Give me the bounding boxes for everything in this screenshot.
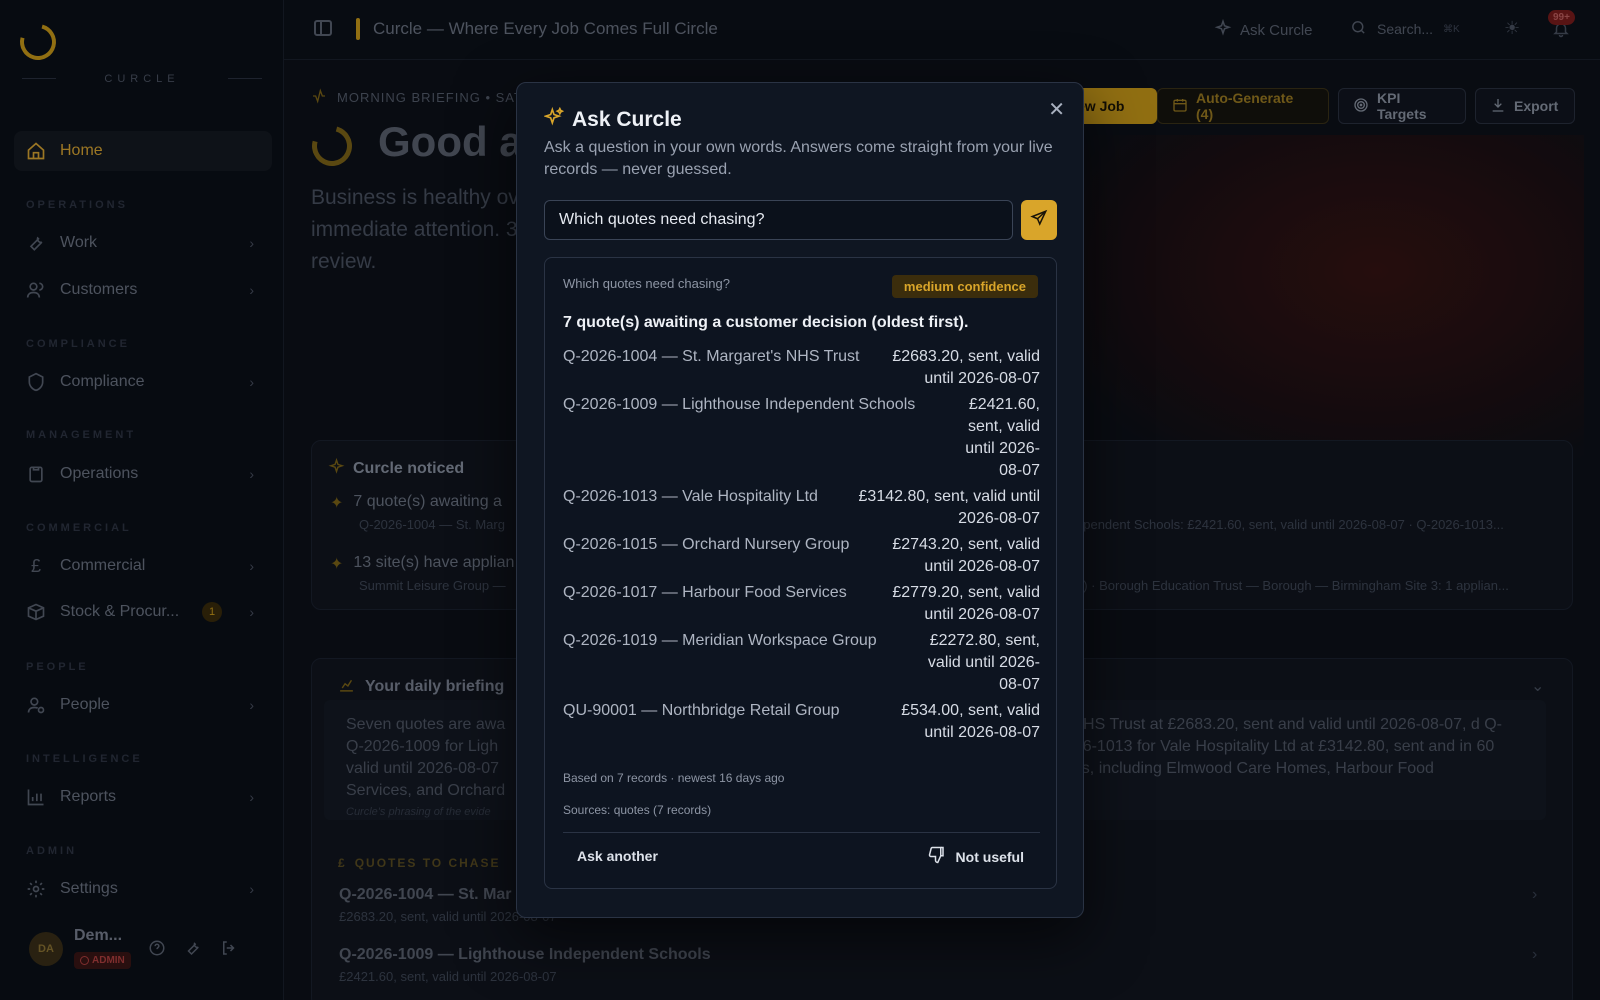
quote-value: £2421.60, sent, valid until 2026-08-07 [965, 396, 1040, 479]
quote-name: Q-2026-1017 — Harbour Food Services [563, 584, 847, 601]
dialog-description: Ask a question in your own words. Answer… [544, 139, 1053, 178]
answer-sources: Sources: quotes (7 records) [563, 803, 712, 817]
answer-row[interactable]: Q-2026-1004 — St. Margaret's NHS Trust £… [563, 346, 1040, 390]
question-input[interactable] [544, 200, 1013, 240]
send-icon [1030, 209, 1048, 232]
answer-question: Which quotes need chasing? [563, 276, 730, 291]
answer-row[interactable]: Q-2026-1009 — Lighthouse Independent Sch… [563, 394, 1040, 482]
send-button[interactable] [1021, 200, 1057, 240]
confidence-badge: medium confidence [891, 275, 1038, 298]
quote-name: Q-2026-1019 — Meridian Workspace Group [563, 632, 877, 649]
quote-name: Q-2026-1004 — St. Margaret's NHS Trust [563, 348, 860, 365]
dialog-title-text: Ask Curcle [572, 108, 682, 131]
quote-value: £2743.20, sent, valid until 2026-08-07 [892, 536, 1040, 575]
quote-name: Q-2026-1013 — Vale Hospitality Ltd [563, 488, 818, 505]
thumbs-down-icon [928, 846, 946, 867]
close-icon[interactable]: ✕ [1048, 97, 1065, 122]
quote-name: QU-90001 — Northbridge Retail Group [563, 702, 840, 719]
dialog-title: Ask Curcle [543, 106, 682, 133]
quote-value: £534.00, sent, valid until 2026-08-07 [901, 702, 1040, 741]
answer-row[interactable]: Q-2026-1015 — Orchard Nursery Group £274… [563, 534, 1040, 578]
quote-value: £2683.20, sent, valid until 2026-08-07 [892, 348, 1040, 387]
quote-value: £2272.80, sent, valid until 2026-08-07 [927, 632, 1040, 693]
answer-panel: Which quotes need chasing? medium confid… [544, 257, 1057, 889]
answer-row[interactable]: Q-2026-1017 — Harbour Food Services £277… [563, 582, 1040, 626]
quote-value: £2779.20, sent, valid until 2026-08-07 [892, 584, 1040, 623]
sparkles-icon [543, 106, 565, 133]
answer-row[interactable]: Q-2026-1013 — Vale Hospitality Ltd £3142… [563, 486, 1040, 530]
answer-row[interactable]: QU-90001 — Northbridge Retail Group £534… [563, 700, 1040, 744]
ask-another-button[interactable]: Ask another [577, 848, 658, 864]
not-useful-label: Not useful [955, 848, 1024, 865]
ask-curcle-dialog: ✕ Ask Curcle Ask a question in your own … [516, 82, 1084, 918]
answer-divider [563, 832, 1040, 833]
answer-list: Q-2026-1004 — St. Margaret's NHS Trust £… [563, 346, 1040, 748]
answer-meta: Based on 7 records · newest 16 days ago [563, 771, 785, 785]
answer-summary: 7 quote(s) awaiting a customer decision … [563, 314, 969, 331]
quote-name: Q-2026-1015 — Orchard Nursery Group [563, 536, 850, 553]
answer-row[interactable]: Q-2026-1019 — Meridian Workspace Group £… [563, 630, 1040, 696]
not-useful-button[interactable]: Not useful [928, 846, 1024, 867]
quote-name: Q-2026-1009 — Lighthouse Independent Sch… [563, 396, 916, 413]
quote-value: £3142.80, sent, valid until 2026-08-07 [858, 488, 1040, 527]
